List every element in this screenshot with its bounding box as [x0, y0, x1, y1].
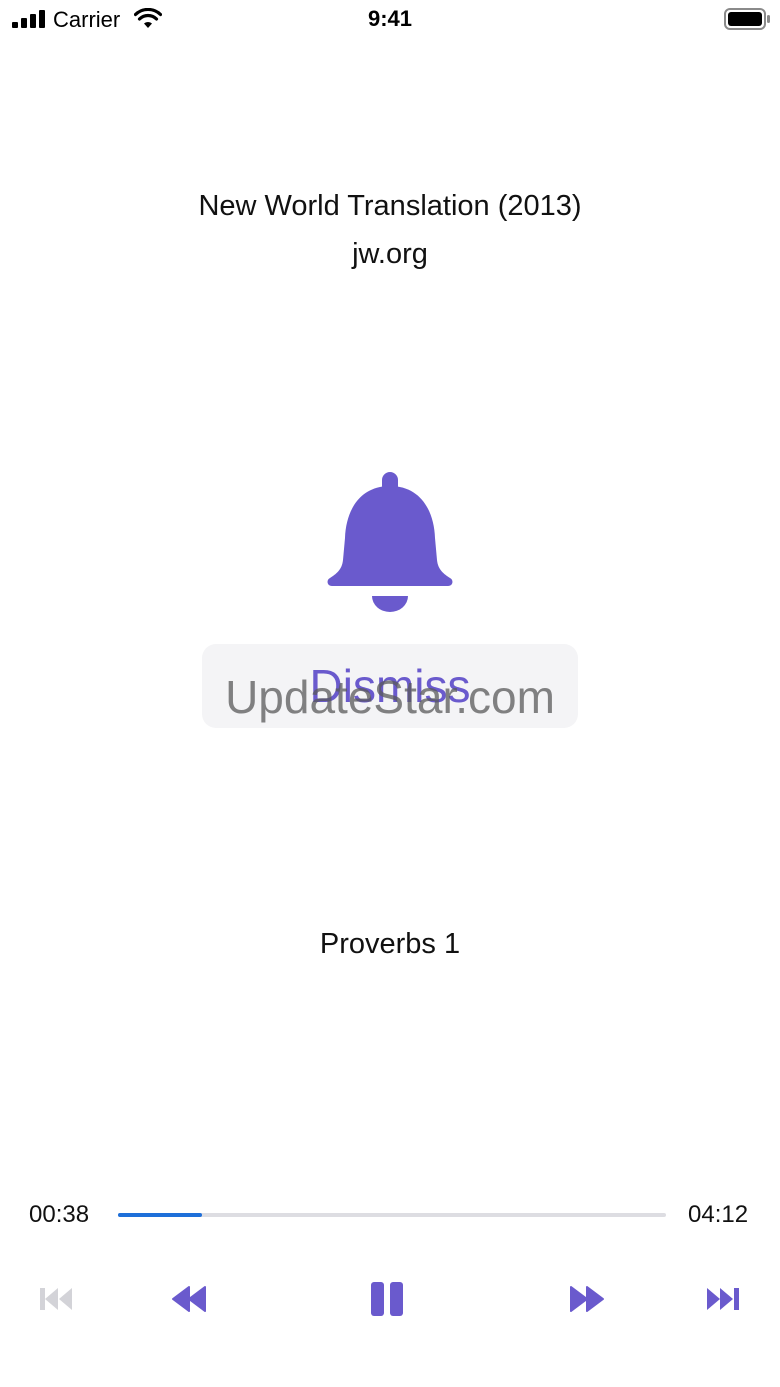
status-bar: Carrier 9:41 — [0, 0, 780, 40]
skip-back-button[interactable] — [38, 1278, 74, 1318]
chapter-title: Proverbs 1 — [319, 928, 461, 960]
skip-forward-button[interactable] — [705, 1278, 741, 1318]
progress-slider[interactable] — [118, 1213, 666, 1217]
battery-icon — [724, 8, 770, 30]
elapsed-time: 00:38 — [29, 1201, 90, 1228]
rewind-button[interactable] — [171, 1278, 207, 1318]
publication-source: jw.org — [352, 238, 428, 270]
total-duration: 04:12 — [688, 1201, 749, 1228]
skip-forward-icon — [707, 1288, 739, 1310]
publication-title: New World Translation (2013) — [198, 190, 582, 222]
skip-back-icon — [40, 1288, 72, 1310]
fast-forward-button[interactable] — [569, 1278, 605, 1318]
dismiss-button[interactable]: Dismiss — [202, 644, 578, 728]
progress-fill — [118, 1213, 203, 1217]
pause-icon — [371, 1282, 403, 1316]
rewind-icon — [172, 1286, 206, 1312]
bell-icon — [327, 472, 453, 612]
pause-button[interactable] — [369, 1278, 405, 1318]
fast-forward-icon — [570, 1286, 604, 1312]
status-time: 9:41 — [367, 6, 413, 31]
